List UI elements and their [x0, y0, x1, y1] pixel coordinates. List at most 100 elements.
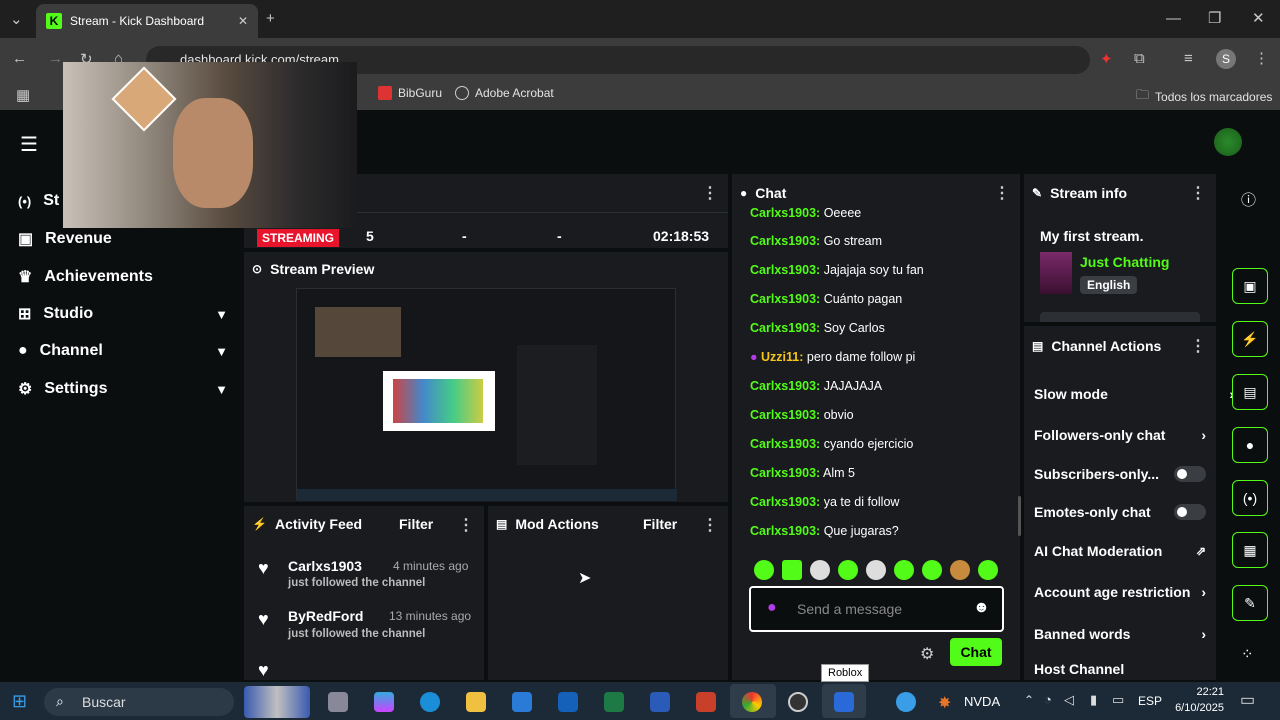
rail-wrench-button[interactable]: ✎ — [1232, 585, 1268, 621]
chat-username[interactable]: Carlxs1903: — [750, 321, 820, 335]
chat-menu-icon[interactable]: ⋮ — [994, 183, 1010, 203]
rail-more-icon[interactable]: ⁘ — [1241, 645, 1254, 663]
ai-moderation-row[interactable]: AI Chat Moderation ⇗ — [1034, 543, 1206, 559]
extension-red-icon[interactable]: ✦ — [1100, 50, 1113, 68]
task-view-icon[interactable] — [328, 692, 348, 712]
sidebar-item-settings[interactable]: ⚙ Settings ▼ — [18, 379, 228, 399]
apps-grid-icon[interactable]: ▦ — [16, 86, 30, 104]
rail-document-button[interactable]: ▤ — [1232, 374, 1268, 410]
chevron-up-icon[interactable]: ⌃ — [1024, 693, 1034, 707]
microphone-icon[interactable]: ● — [767, 599, 777, 617]
stats-menu-icon[interactable]: ⋮ — [702, 183, 718, 203]
rail-camera-button[interactable]: ▣ — [1232, 268, 1268, 304]
chat-username[interactable]: Carlxs1903: — [750, 234, 820, 248]
chat-input[interactable]: Send a message — [797, 601, 902, 617]
emote-icon[interactable] — [866, 560, 886, 580]
language-indicator[interactable]: ESP — [1138, 694, 1162, 708]
chat-username[interactable]: Carlxs1903: — [750, 495, 820, 509]
emote-icon[interactable] — [782, 560, 802, 580]
bookmark-bibguru[interactable]: BibGuru — [378, 86, 442, 100]
subscribers-only-toggle[interactable] — [1174, 466, 1206, 482]
emoji-icon[interactable]: ☻ — [973, 599, 990, 617]
rail-broadcast-button[interactable]: (•) — [1232, 480, 1268, 516]
activity-menu-icon[interactable]: ⋮ — [458, 515, 474, 535]
minimize-icon[interactable]: — — [1166, 10, 1181, 27]
back-icon[interactable]: ← — [12, 50, 27, 67]
extensions-icon[interactable]: ⧉ — [1134, 50, 1145, 67]
edit-button[interactable] — [1040, 312, 1200, 322]
edge-icon[interactable] — [420, 692, 440, 712]
sidebar-item-studio[interactable]: ⊞ Studio ▼ — [18, 304, 228, 324]
emote-icon[interactable] — [894, 560, 914, 580]
obs-icon[interactable] — [788, 692, 808, 712]
help-icon[interactable] — [896, 692, 916, 712]
category-link[interactable]: Just Chatting — [1080, 254, 1169, 270]
chat-scrollbar[interactable] — [1018, 496, 1021, 536]
forward-icon[interactable]: → — [48, 50, 63, 67]
chat-username[interactable]: Uzzi11: — [761, 350, 803, 364]
taskbar-search[interactable]: ⌕ Buscar — [44, 688, 234, 716]
user-avatar[interactable] — [1214, 128, 1242, 156]
all-bookmarks[interactable]: 🗀 Todos los marcadores — [1136, 86, 1272, 108]
volume-icon[interactable]: ◁ — [1064, 692, 1074, 708]
chat-username[interactable]: Carlxs1903: — [750, 466, 820, 480]
chat-settings-icon[interactable]: ⚙ — [920, 644, 934, 664]
mod-actions-menu-icon[interactable]: ⋮ — [702, 515, 718, 535]
activity-user[interactable]: ByRedFord — [288, 608, 363, 624]
mic-tray-icon[interactable]: ▮ — [1090, 692, 1097, 708]
chat-username[interactable]: Carlxs1903: — [750, 437, 820, 451]
close-tab-icon[interactable]: ✕ — [238, 14, 248, 28]
chat-username[interactable]: Carlxs1903: — [750, 263, 820, 277]
word-icon[interactable] — [650, 692, 670, 712]
hamburger-menu-icon[interactable]: ☰ — [20, 132, 38, 157]
bookmark-adobe-acrobat[interactable]: Adobe Acrobat — [455, 86, 554, 100]
channel-actions-menu-icon[interactable]: ⋮ — [1190, 336, 1206, 356]
media-icon[interactable]: ≡ — [1184, 50, 1193, 67]
chat-username[interactable]: Carlxs1903: — [750, 292, 820, 306]
account-age-row[interactable]: Account age restriction › — [1034, 584, 1206, 600]
wifi-icon[interactable]: ◔ — [1044, 692, 1052, 707]
banned-words-row[interactable]: Banned words › — [1034, 626, 1206, 642]
store-icon[interactable] — [512, 692, 532, 712]
clock-time[interactable]: 22:21 — [1184, 686, 1224, 698]
subscribers-only-row[interactable]: Subscribers-only... — [1034, 466, 1206, 482]
info-icon[interactable]: ⓘ — [1241, 189, 1256, 210]
excel-icon[interactable] — [604, 692, 624, 712]
profile-avatar[interactable]: S — [1216, 49, 1236, 69]
roblox-icon[interactable] — [834, 692, 854, 712]
sidebar-item-achievements[interactable]: ♛ Achievements — [18, 267, 228, 287]
sidebar-item-channel[interactable]: ● Channel ▼ — [18, 342, 228, 360]
emote-icon[interactable] — [978, 560, 998, 580]
close-window-icon[interactable]: ✕ — [1252, 9, 1265, 27]
emotes-only-row[interactable]: Emotes-only chat — [1034, 504, 1206, 520]
followers-only-row[interactable]: Followers-only chat › — [1034, 427, 1206, 443]
chat-username[interactable]: Carlxs1903: — [750, 206, 820, 220]
send-chat-button[interactable]: Chat — [950, 638, 1002, 666]
copilot-icon[interactable] — [374, 692, 394, 712]
windows-start-icon[interactable]: ⊞ — [12, 691, 27, 712]
stream-info-menu-icon[interactable]: ⋮ — [1190, 183, 1206, 203]
slow-mode-row[interactable]: Slow mode› — [1034, 386, 1234, 402]
rail-layout-button[interactable]: ▦ — [1232, 532, 1268, 568]
rail-lightning-button[interactable]: ⚡ — [1232, 321, 1268, 357]
mod-actions-filter-button[interactable]: Filter — [643, 516, 677, 532]
activity-user[interactable]: Carlxs1903 — [288, 558, 362, 574]
network-icon[interactable]: ▭ — [1112, 692, 1124, 708]
notifications-icon[interactable]: ▭ — [1240, 690, 1255, 710]
emotes-only-toggle[interactable] — [1174, 504, 1206, 520]
nvda-icon[interactable]: ✸ — [938, 693, 951, 713]
host-channel-row[interactable]: Host Channel — [1034, 661, 1206, 677]
emote-icon[interactable] — [922, 560, 942, 580]
rail-chat-button[interactable]: ● — [1232, 427, 1268, 463]
new-tab-icon[interactable]: + — [266, 10, 275, 27]
activity-filter-button[interactable]: Filter — [399, 516, 433, 532]
maximize-icon[interactable]: ❐ — [1208, 9, 1221, 27]
outlook-icon[interactable] — [558, 692, 578, 712]
chrome-icon[interactable] — [742, 692, 762, 712]
browser-tab[interactable]: K Stream - Kick Dashboard ✕ — [36, 4, 258, 38]
emote-icon[interactable] — [838, 560, 858, 580]
clock-date[interactable]: 6/10/2025 — [1168, 702, 1224, 714]
emote-icon[interactable] — [810, 560, 830, 580]
nvda-label[interactable]: NVDA — [964, 694, 1000, 709]
file-explorer-icon[interactable] — [466, 692, 486, 712]
